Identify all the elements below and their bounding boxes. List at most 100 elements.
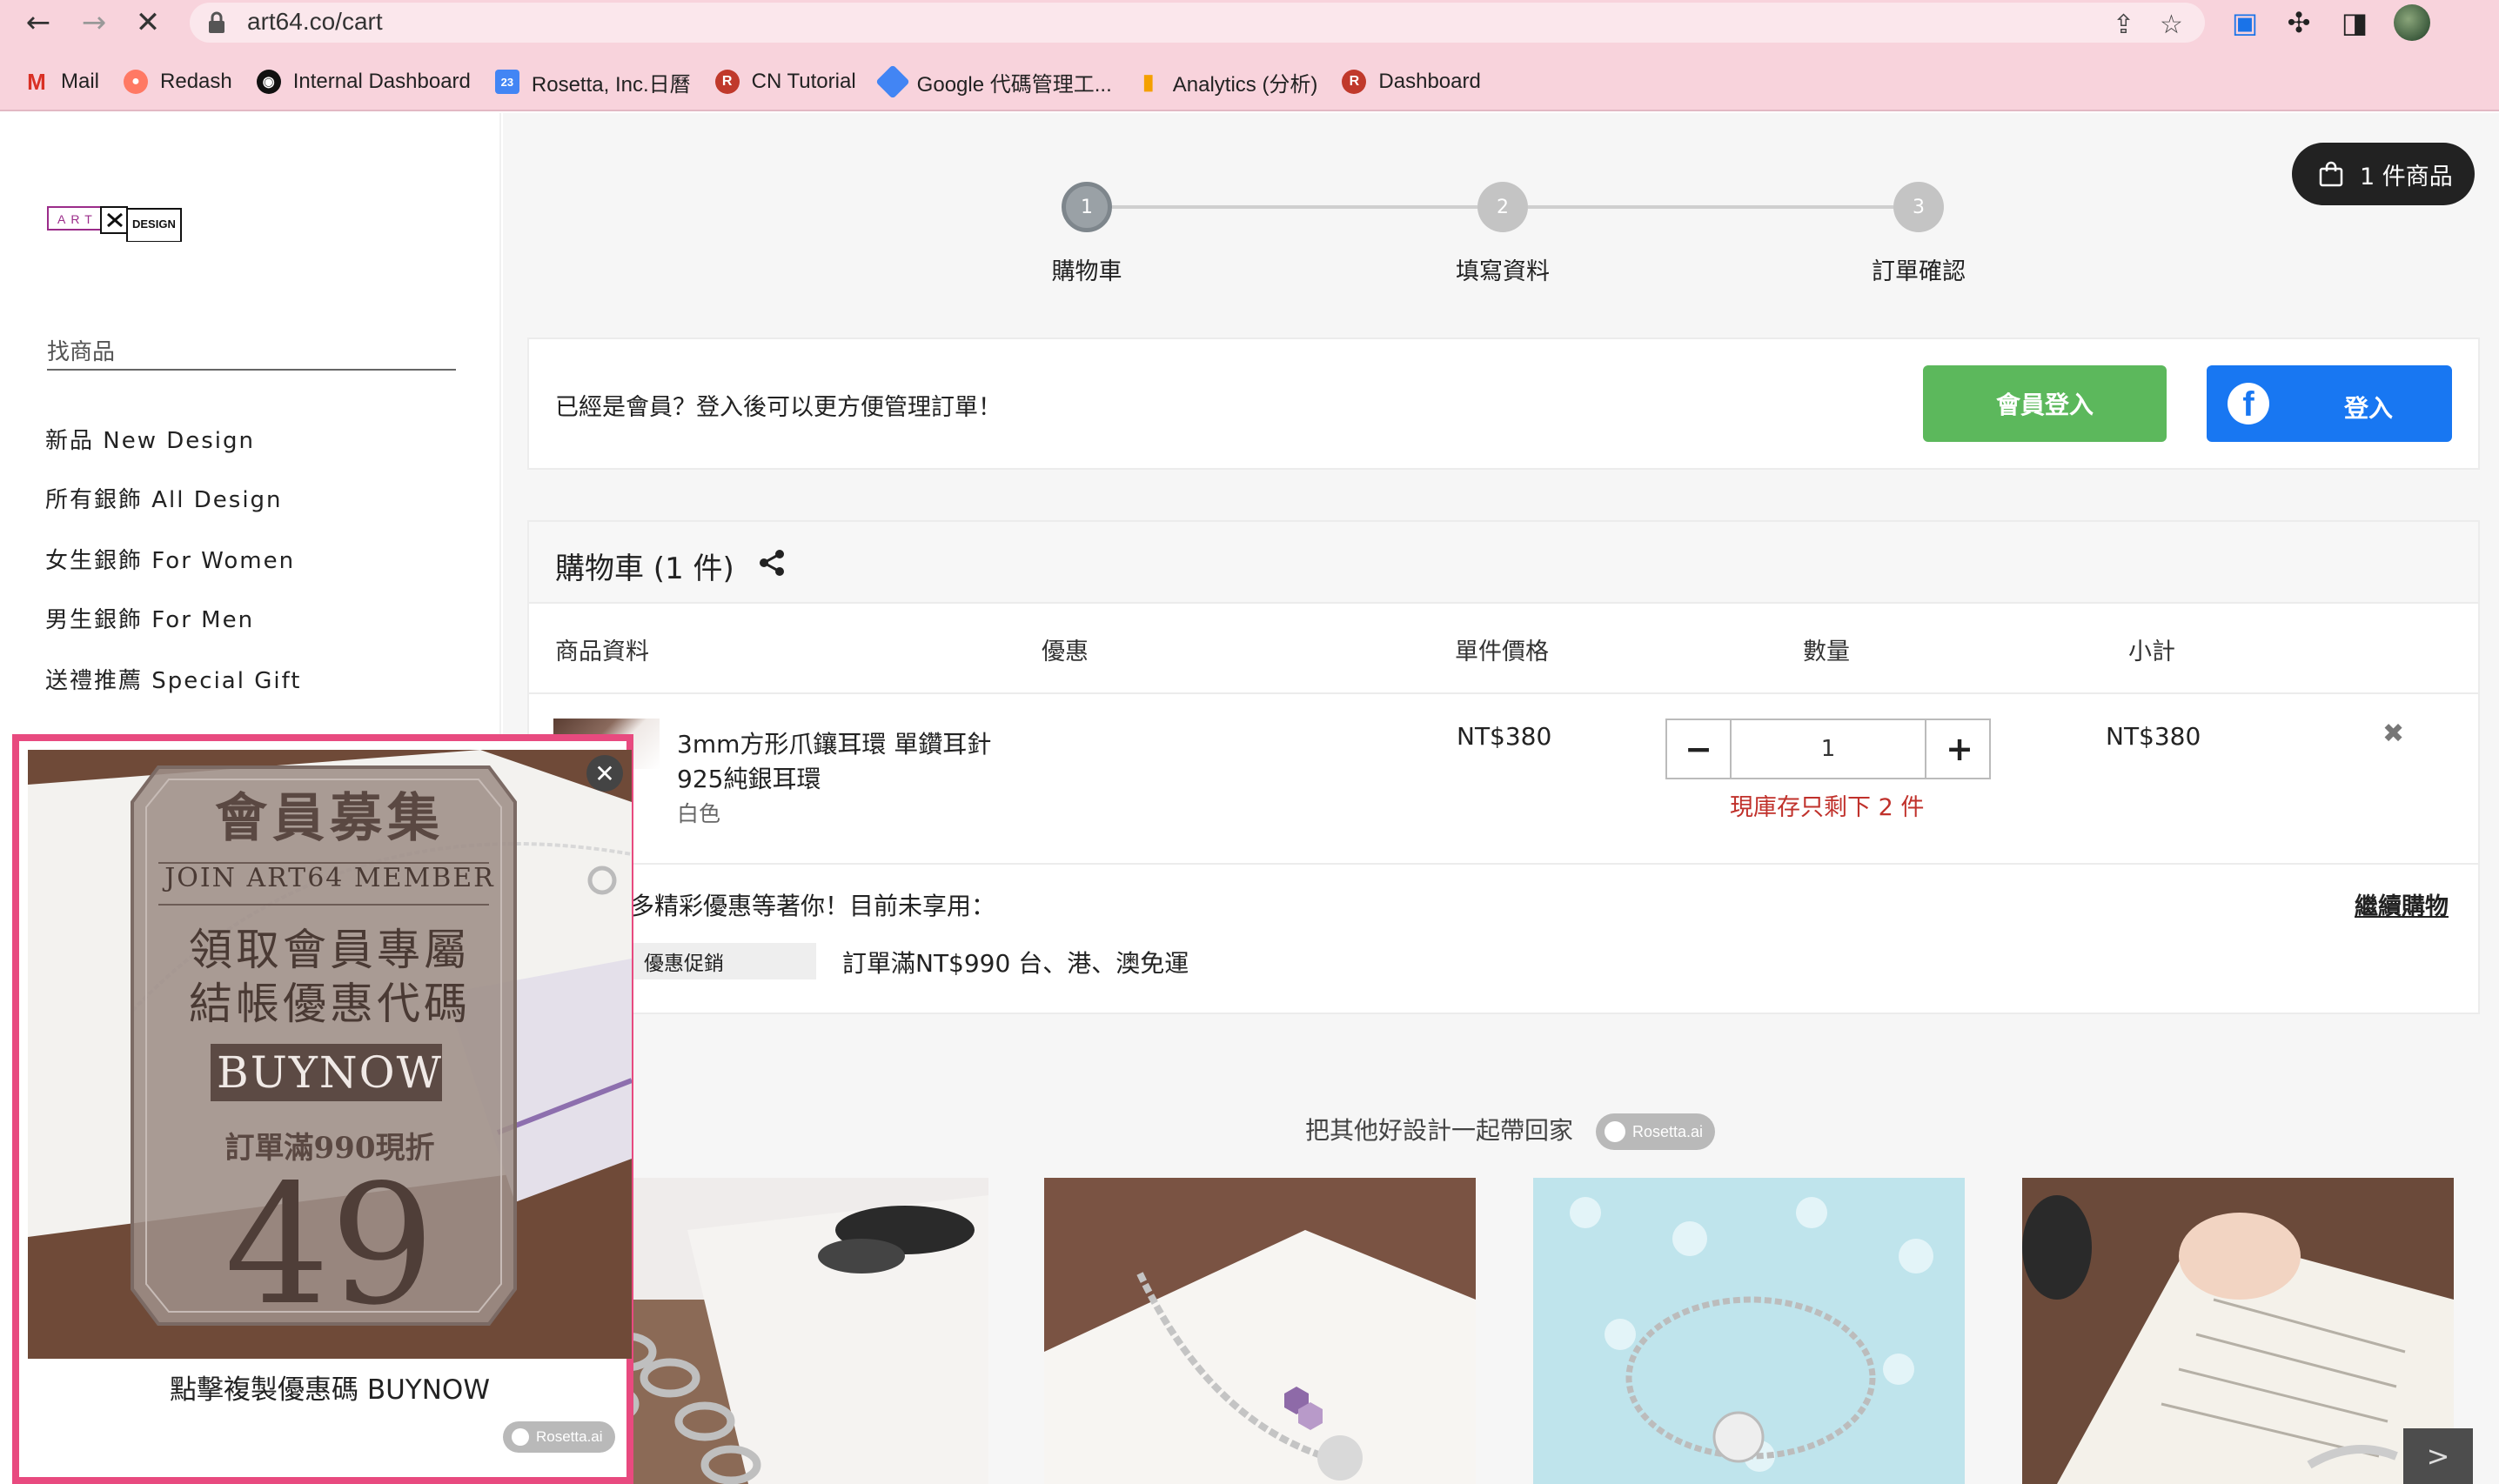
remove-item-icon[interactable]: ✖: [2382, 719, 2409, 749]
row-divider: [529, 863, 2478, 865]
facebook-login-button[interactable]: f 登入: [2207, 365, 2452, 442]
cart-count-label: 1 件商品: [2360, 163, 2453, 191]
step-1-label: 購物車: [1051, 258, 1122, 285]
bookmark-label: Internal Dashboard: [292, 70, 471, 93]
bookmark-cn-tutorial[interactable]: R CN Tutorial: [714, 70, 856, 94]
member-login-button[interactable]: 會員登入: [1923, 365, 2167, 442]
step-connector: [1528, 205, 1893, 209]
col-quantity: 數量: [1803, 638, 1850, 665]
popup-line2: 結帳優惠代碼: [189, 979, 471, 1029]
recommended-product-card[interactable]: [1044, 1178, 1476, 1484]
bookmark-internal-dashboard[interactable]: ◉ Internal Dashboard: [256, 70, 471, 94]
cart-summary-button[interactable]: 1 件商品: [2292, 143, 2475, 205]
product-image-reading-hand: [2022, 1178, 2454, 1484]
recommended-product-card[interactable]: [1533, 1178, 1965, 1484]
bookmark-mail[interactable]: M Mail: [24, 69, 100, 95]
svg-text:ART: ART: [57, 212, 97, 226]
product-search-input[interactable]: [47, 336, 456, 371]
translate-extension-icon[interactable]: ▣: [2226, 3, 2264, 42]
browser-toolbar: ← → ✕ art64.co/cart ⇪ ☆ ▣ ✣ ◨ M Mail ● R…: [0, 0, 2499, 111]
nav-for-women[interactable]: 女生銀飾 For Women: [45, 543, 295, 575]
nav-all-design[interactable]: 所有銀飾 All Design: [45, 482, 283, 514]
bookmark-label: Mail: [61, 70, 100, 93]
carousel-next-button[interactable]: >: [2403, 1428, 2473, 1484]
promo-detail: 訂單滿NT$990 台、港、澳免運: [842, 949, 1189, 978]
popup-rosetta-badge[interactable]: Rosetta.ai: [503, 1421, 615, 1453]
popup-discount-amount: 49: [224, 1149, 435, 1341]
col-subtotal: 小計: [2128, 638, 2175, 665]
product-variant: 白色: [677, 801, 721, 826]
extensions-puzzle-icon[interactable]: ✣: [2280, 3, 2318, 42]
popup-subline: JOIN ART64 MEMBER: [164, 863, 495, 893]
cart-header: 購物車 (1 件): [529, 522, 2478, 604]
svg-text:DESIGN: DESIGN: [132, 217, 176, 231]
bookmark-redash[interactable]: ● Redash: [124, 70, 232, 94]
col-discount: 優惠: [1042, 638, 1089, 665]
product-image-flower-bracelet: [1533, 1178, 1965, 1484]
rosetta-badge-label: Rosetta.ai: [536, 1428, 603, 1445]
bookmark-label: CN Tutorial: [751, 70, 856, 93]
nav-special-gift[interactable]: 送禮推薦 Special Gift: [45, 663, 301, 695]
step-3-label: 訂單確認: [1872, 258, 1966, 285]
step-connector: [1112, 205, 1477, 209]
analytics-icon: ▮: [1142, 70, 1155, 94]
url-text: art64.co/cart: [247, 8, 383, 35]
quantity-input[interactable]: [1730, 720, 1926, 778]
nav-for-men[interactable]: 男生銀飾 For Men: [45, 602, 254, 634]
col-unit-price: 單件價格: [1455, 638, 1549, 665]
login-prompt: 已經是會員？登入後可以更方便管理訂單！: [555, 394, 1002, 421]
share-icon[interactable]: [757, 548, 787, 578]
nav-new-design[interactable]: 新品 New Design: [45, 423, 255, 455]
product-image-pendant-bracelet: [1044, 1178, 1476, 1484]
recommended-product-card[interactable]: [2022, 1178, 2454, 1484]
step-2-label: 填寫資料: [1456, 258, 1550, 285]
tag-manager-icon: [874, 64, 910, 99]
increase-quantity-button[interactable]: +: [1928, 720, 1991, 778]
github-icon: ◉: [256, 70, 281, 94]
rosetta-badge-label: Rosetta.ai: [1632, 1122, 1704, 1140]
bookmark-tag-manager[interactable]: Google 代碼管理工...: [874, 64, 1112, 99]
art64-logo[interactable]: ART DESIGN: [47, 205, 183, 242]
popup-coupon-code: BUYNOW: [216, 1047, 444, 1098]
item-subtotal: NT$380: [2106, 722, 2201, 751]
forward-icon[interactable]: →: [77, 5, 111, 40]
stock-warning: 現庫存只剩下 2 件: [1730, 794, 1925, 821]
bookmark-calendar[interactable]: 23 Rosetta, Inc.日曆: [494, 67, 691, 97]
facebook-login-label: 登入: [2343, 394, 2393, 423]
profile-avatar[interactable]: [2394, 4, 2430, 41]
side-panel-icon[interactable]: ◨: [2335, 3, 2374, 42]
step-1-circle: 1: [1062, 182, 1112, 232]
unit-price: NT$380: [1457, 722, 1552, 751]
product-name-line2: 925純銀耳環: [677, 765, 821, 793]
address-bar[interactable]: art64.co/cart ⇪ ☆: [190, 3, 2205, 43]
row-divider: [529, 692, 2478, 694]
promo-tag: 優惠促銷: [630, 943, 816, 979]
quantity-stepper: − +: [1665, 719, 1991, 779]
rosetta-badge[interactable]: Rosetta.ai: [1596, 1113, 1716, 1150]
decrease-quantity-button[interactable]: −: [1667, 720, 1730, 778]
stop-loading-icon[interactable]: ✕: [131, 5, 165, 40]
rosetta-icon: [512, 1428, 529, 1446]
bookmark-label: Rosetta, Inc.日曆: [531, 72, 691, 97]
bookmark-label: Redash: [160, 70, 232, 93]
bookmark-dashboard[interactable]: R Dashboard: [1342, 70, 1481, 94]
copy-coupon-caption[interactable]: 點擊複製優惠碼 BUYNOW: [19, 1367, 640, 1407]
bookmark-label: Dashboard: [1378, 70, 1481, 93]
rosetta-icon: [1605, 1121, 1625, 1142]
product-name-line1: 3mm方形爪鑲耳環 單鑽耳針: [677, 730, 992, 759]
close-icon[interactable]: ✕: [586, 755, 623, 792]
rosetta-icon: R: [714, 70, 740, 94]
cart-title: 購物車 (1 件): [555, 551, 734, 586]
continue-shopping-link[interactable]: 繼續購物: [2355, 887, 2449, 921]
step-3-circle: 3: [1893, 182, 1944, 232]
bookmarks-bar: M Mail ● Redash ◉ Internal Dashboard 23 …: [0, 63, 1481, 101]
bookmark-analytics[interactable]: ▮ Analytics (分析): [1136, 67, 1317, 97]
rosetta-icon: R: [1342, 70, 1367, 94]
back-icon[interactable]: ←: [21, 5, 56, 40]
recommend-title: 把其他好設計一起帶回家: [1305, 1116, 1574, 1145]
product-name[interactable]: 3mm方形爪鑲耳環 單鑽耳針 925純銀耳環: [677, 727, 991, 797]
bookmark-star-icon[interactable]: ☆: [2160, 10, 2183, 40]
promo-message: 多精彩優惠等著你！目前未享用：: [630, 892, 996, 920]
share-page-icon[interactable]: ⇪: [2113, 10, 2134, 40]
redash-icon: ●: [124, 70, 149, 94]
